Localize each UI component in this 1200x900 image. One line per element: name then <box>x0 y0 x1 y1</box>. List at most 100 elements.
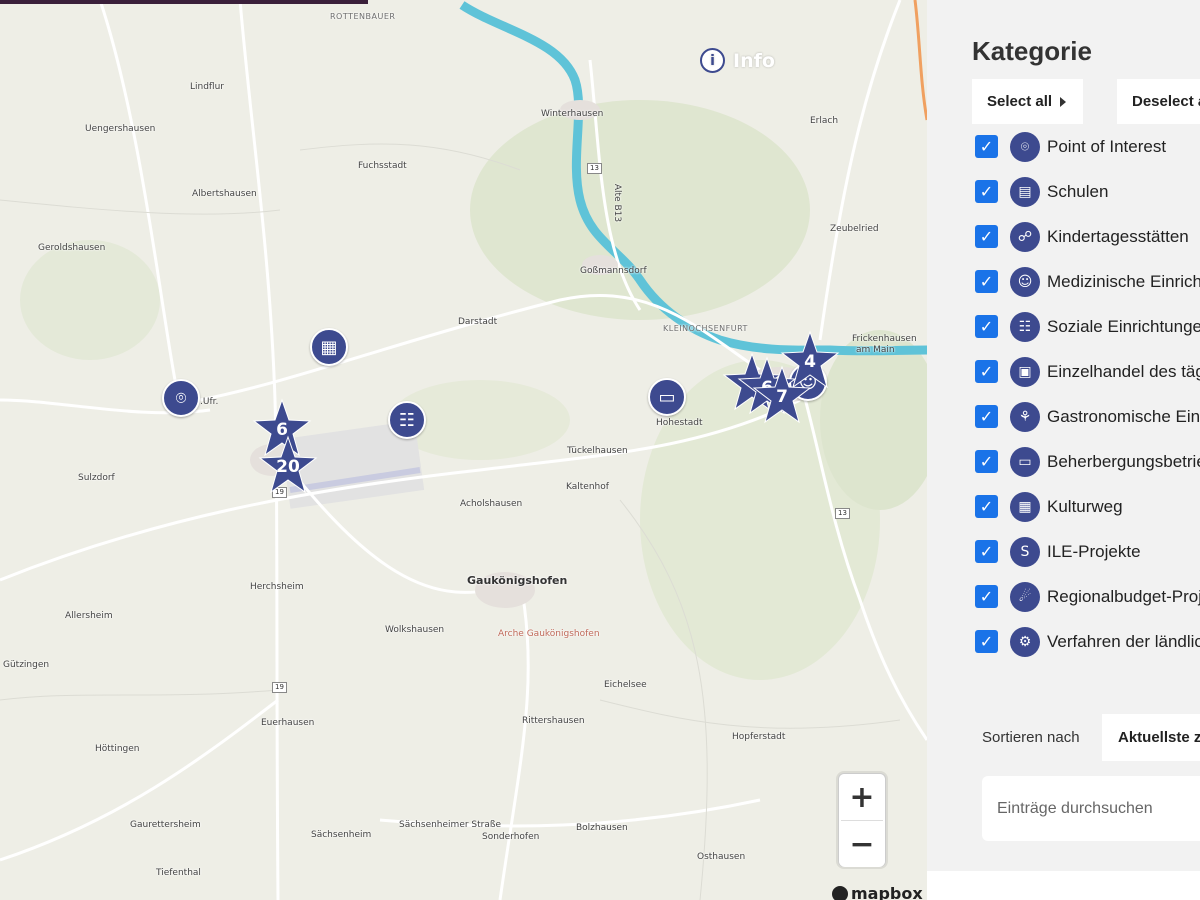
sort-value: Aktuellste zuerst <box>1118 729 1200 746</box>
caret-right-icon <box>1060 96 1067 107</box>
category-sidebar: Kategorie Select all Deselect all ✓ ⌾ Poin… <box>927 0 1200 900</box>
place-label: Albertshausen <box>192 189 257 199</box>
place-label: Euerhausen <box>261 718 315 728</box>
mapbox-attribution[interactable]: mapbox <box>832 884 923 900</box>
map-marker-kulturweg[interactable]: ▦ <box>310 328 348 366</box>
deselect-all-button[interactable]: Deselect all <box>1117 79 1200 124</box>
category-item[interactable]: ✓ ☺ Medizinische Einrichtungen <box>975 259 1200 304</box>
bed-icon: ▭ <box>1010 446 1040 477</box>
category-label: Beherbergungsbetriebe <box>1047 451 1200 471</box>
map-marker-poi[interactable]: ⌾ <box>162 379 200 417</box>
category-label: Point of Interest <box>1047 136 1167 156</box>
map-cluster-marker[interactable]: 20 <box>258 435 318 495</box>
info-label: Info <box>733 49 775 72</box>
map-book-icon: ▦ <box>1010 491 1040 522</box>
place-label: Kaltenhof <box>566 482 609 492</box>
road-number-badge: 19 <box>272 682 287 693</box>
category-checkbox[interactable]: ✓ <box>975 405 998 428</box>
category-item[interactable]: ✓ ⚙ Verfahren der ländlichen Entwicklung <box>975 619 1200 664</box>
category-item[interactable]: ✓ ☄ Regionalbudget-Projekte <box>975 574 1200 619</box>
place-label: Sonderhofen <box>482 832 540 842</box>
cutlery-icon: ⚘ <box>1010 401 1040 432</box>
select-all-button[interactable]: Select all <box>972 79 1083 124</box>
place-label: KLEINOCHSENFURT <box>663 324 748 333</box>
place-label: Geroldshausen <box>38 243 106 253</box>
app: ROTTENBAUER Lindflur Uengershausen Alber… <box>0 0 1200 900</box>
info-icon: i <box>700 48 725 73</box>
place-label: .Ufr. <box>200 397 219 407</box>
category-label: Regionalbudget-Projekte <box>1047 586 1200 606</box>
place-label: Arche Gaukönigshofen <box>498 629 600 639</box>
category-checkbox[interactable]: ✓ <box>975 630 998 653</box>
zoom-out-button[interactable]: − <box>839 821 885 867</box>
place-label: Acholshausen <box>460 499 523 509</box>
category-label: Schulen <box>1047 181 1109 201</box>
place-label: Darstadt <box>458 317 498 327</box>
category-checkbox[interactable]: ✓ <box>975 225 998 248</box>
place-label: Winterhausen <box>541 109 604 119</box>
mapbox-logo-icon <box>832 885 848 900</box>
map-cluster-marker[interactable]: 7 <box>752 365 812 425</box>
place-label: Fuchsstadt <box>358 161 407 171</box>
info-button[interactable]: i Info <box>700 48 775 73</box>
category-checkbox[interactable]: ✓ <box>975 585 998 608</box>
category-label: Kulturweg <box>1047 496 1123 516</box>
category-item[interactable]: ✓ ▣ Einzelhandel des täglichen Bedarfs <box>975 349 1200 394</box>
cluster-count: 7 <box>776 387 788 407</box>
place-label: Erlach <box>810 116 839 126</box>
place-label: Lindflur <box>190 82 225 92</box>
zoom-in-button[interactable]: + <box>839 774 885 820</box>
place-label: Gaukönigshofen <box>467 574 568 587</box>
category-item[interactable]: ✓ ⌾ Point of Interest <box>975 124 1200 169</box>
category-item[interactable]: ✓ ⚘ Gastronomische Einrichtungen <box>975 394 1200 439</box>
sort-select[interactable]: Aktuellste zuerst <box>1102 714 1200 761</box>
category-checkbox[interactable]: ✓ <box>975 135 998 158</box>
category-item[interactable]: ✓ ▤ Schulen <box>975 169 1200 214</box>
place-label: am Main <box>856 345 895 355</box>
place-label: Bolzhausen <box>576 823 628 833</box>
people-meeting-icon: ☷ <box>1010 311 1040 342</box>
category-item[interactable]: ✓ S ILE-Projekte <box>975 529 1200 574</box>
place-label: Tiefenthal <box>156 868 201 878</box>
category-item[interactable]: ✓ ▭ Beherbergungsbetriebe <box>975 439 1200 484</box>
place-label: Alte B13 <box>612 183 623 223</box>
ile-logo-icon: S <box>1010 536 1040 567</box>
map-marker-soziale[interactable]: ☷ <box>388 401 426 439</box>
place-label: Hopferstadt <box>732 732 786 742</box>
place-label: Sächsenheim <box>311 830 372 840</box>
map-canvas[interactable]: ROTTENBAUER Lindflur Uengershausen Alber… <box>0 0 927 900</box>
top-accent-bar <box>0 0 368 4</box>
category-item[interactable]: ✓ ▦ Kulturweg <box>975 484 1200 529</box>
location-pin-icon: ⌾ <box>1010 131 1040 162</box>
category-checkbox[interactable]: ✓ <box>975 315 998 338</box>
place-label: Sulzdorf <box>78 473 115 483</box>
place-label: Zeubelried <box>830 224 879 234</box>
category-checkbox[interactable]: ✓ <box>975 180 998 203</box>
category-checkbox[interactable]: ✓ <box>975 540 998 563</box>
map-marker-hotel[interactable]: ▭ <box>648 378 686 416</box>
search-input[interactable] <box>982 776 1200 841</box>
place-label: Gaurettersheim <box>130 820 201 830</box>
place-label: Frickenhausen <box>852 334 917 344</box>
category-label: Verfahren der ländlichen Entwicklung <box>1047 631 1200 651</box>
bed-icon: ▭ <box>658 386 676 408</box>
family-icon: ☍ <box>1010 221 1040 252</box>
place-label: Osthausen <box>697 852 746 862</box>
place-label: Allersheim <box>65 611 113 621</box>
place-label: Sächsenheimer Straße <box>399 820 502 830</box>
road-number-badge: 13 <box>587 163 602 174</box>
hand-money-icon: ☄ <box>1010 581 1040 612</box>
cluster-count: 20 <box>276 457 300 477</box>
place-label: Herchsheim <box>250 582 304 592</box>
category-label: Einzelhandel des täglichen Bedarfs <box>1047 361 1200 381</box>
people-meeting-icon: ☷ <box>398 409 416 431</box>
category-checkbox[interactable]: ✓ <box>975 450 998 473</box>
category-checkbox[interactable]: ✓ <box>975 495 998 518</box>
place-label: Wolkshausen <box>385 625 445 635</box>
road-number-badge: 13 <box>835 508 850 519</box>
category-checkbox[interactable]: ✓ <box>975 270 998 293</box>
category-item[interactable]: ✓ ☷ Soziale Einrichtungen <box>975 304 1200 349</box>
category-item[interactable]: ✓ ☍ Kindertagesstätten <box>975 214 1200 259</box>
zoom-control: + − <box>838 773 886 867</box>
category-checkbox[interactable]: ✓ <box>975 360 998 383</box>
